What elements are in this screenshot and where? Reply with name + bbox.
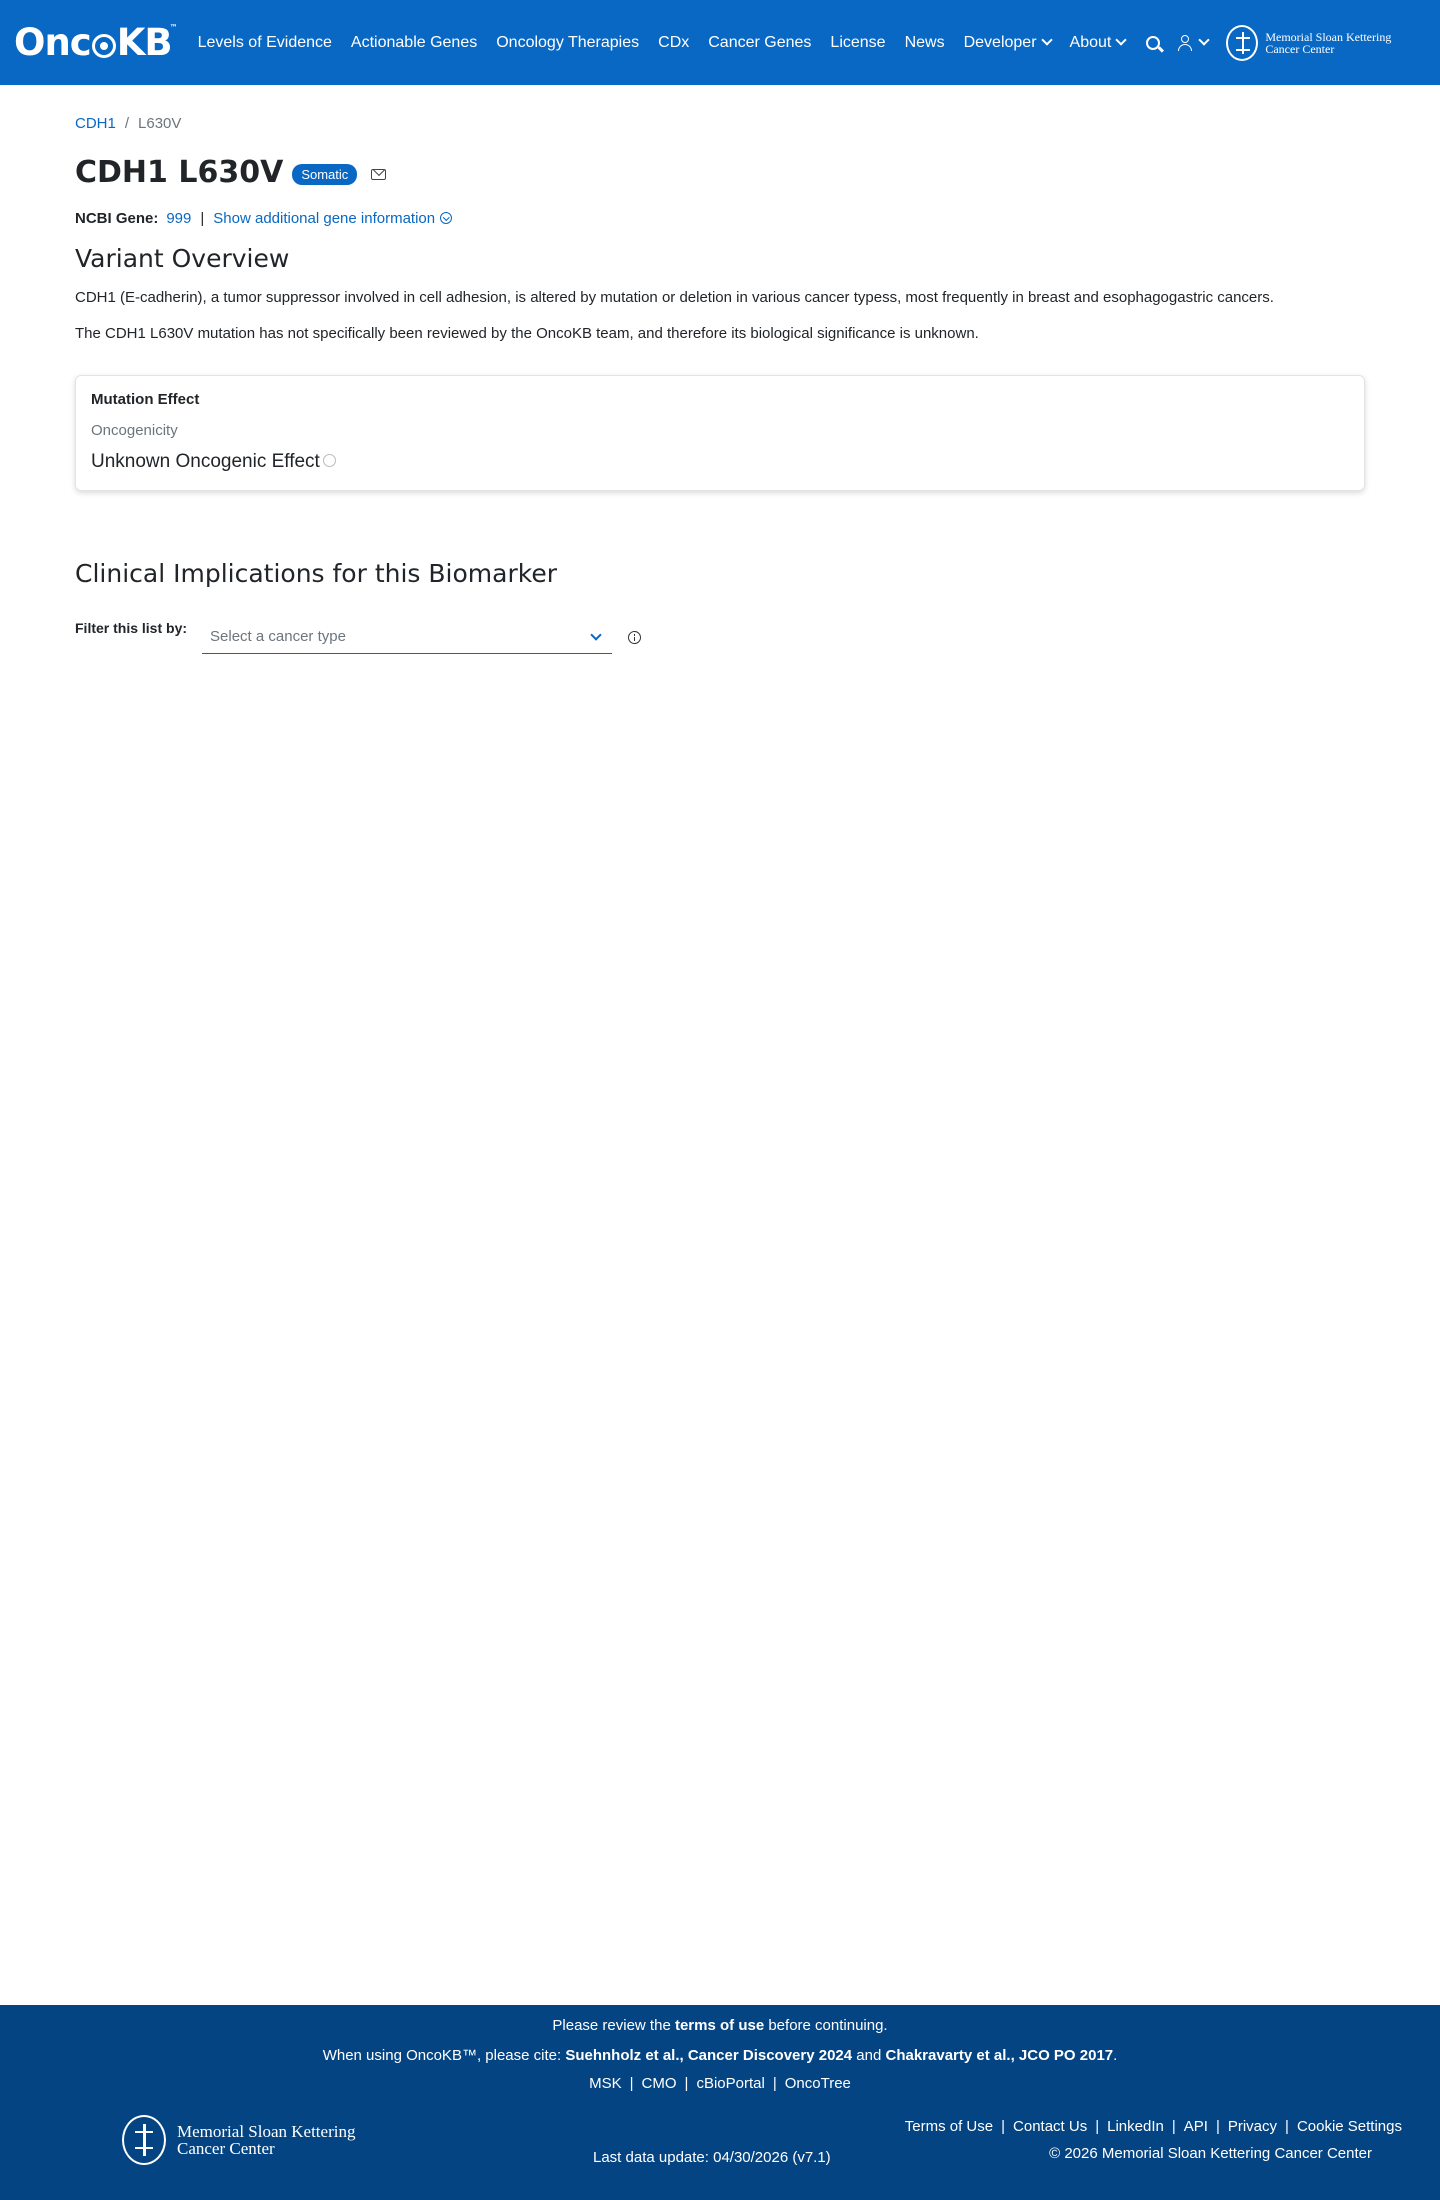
contact-link[interactable]: Contact Us xyxy=(1013,2118,1087,2135)
linkedin-link[interactable]: LinkedIn xyxy=(1107,2118,1164,2135)
chevron-down-icon xyxy=(1115,34,1128,46)
cite-link-1[interactable]: Suehnholz et al., Cancer Discovery 2024 xyxy=(565,2047,852,2064)
overview-paragraph-2: The CDH1 L630V mutation has not specific… xyxy=(75,325,979,342)
info-icon[interactable] xyxy=(628,631,642,644)
cite-end: . xyxy=(1113,2047,1118,2064)
link-separator: | xyxy=(1095,2118,1100,2135)
last-data-update: Last data update: 04/30/2026 (v7.1) xyxy=(593,2149,831,2166)
link-separator: | xyxy=(772,2075,777,2092)
oncotree-link[interactable]: OncoTree xyxy=(785,2075,851,2092)
nav-icons xyxy=(1146,34,1211,51)
nav-item-oncology-therapies[interactable]: Oncology Therapies xyxy=(496,34,639,52)
logo-onc: Onc xyxy=(14,21,92,64)
nav-item-actionable-genes[interactable]: Actionable Genes xyxy=(351,34,477,52)
footer-legal-links: Terms of Use | Contact Us | LinkedIn | A… xyxy=(905,2118,1402,2135)
mail-icon[interactable] xyxy=(371,169,387,180)
title-row: CDH1 L630V Somatic xyxy=(75,155,1365,190)
footer: Please review the terms of use before co… xyxy=(0,2005,1440,2200)
clinical-implications-heading: Clinical Implications for this Biomarker xyxy=(75,559,557,588)
mutation-effect-title: Mutation Effect xyxy=(91,391,200,408)
nav-item-about[interactable]: About xyxy=(1069,33,1128,52)
breadcrumb: CDH1 / L630V xyxy=(75,115,1365,132)
chevron-down-icon[interactable] xyxy=(1198,34,1211,46)
nav-item-news[interactable]: News xyxy=(905,34,945,52)
separator: | xyxy=(200,210,205,227)
cmo-link[interactable]: CMO xyxy=(642,2075,677,2092)
circle-chevron-down-icon xyxy=(440,212,453,224)
filter-row: Filter this list by: Select a cancer typ… xyxy=(75,620,1365,654)
msk-link[interactable]: MSK xyxy=(589,2075,622,2092)
oncokb-logo[interactable]: Onc KB ™ xyxy=(14,21,178,64)
user-icon[interactable] xyxy=(1178,34,1193,51)
copyright: © 2026 Memorial Sloan Kettering Cancer C… xyxy=(1049,2145,1372,2162)
link-separator: | xyxy=(1285,2118,1289,2135)
breadcrumb-current: L630V xyxy=(138,115,182,132)
review-pre: Please review the xyxy=(552,2017,675,2034)
somatic-badge: Somatic xyxy=(292,164,358,185)
ncbi-gene-row: NCBI Gene: 999 | Show additional gene in… xyxy=(75,210,1365,227)
msk-emblem-icon xyxy=(1226,24,1259,61)
show-gene-info-label: Show additional gene information xyxy=(213,210,436,227)
overview-paragraph-1: CDH1 (E-cadherin), a tumor suppressor in… xyxy=(75,289,1274,306)
logo-kb: KB xyxy=(116,21,173,64)
ncbi-gene-link[interactable]: 999 xyxy=(166,210,191,227)
oncogenicity-value-row: Unknown Oncogenic Effect xyxy=(91,451,1349,473)
footer-external-links: MSK | CMO | cBioPortal | OncoTree xyxy=(0,2075,1440,2092)
msk-emblem-icon xyxy=(122,2115,166,2165)
msk-logo-text: Memorial Sloan Kettering Cancer Center xyxy=(1265,31,1391,55)
cancer-type-placeholder: Select a cancer type xyxy=(210,628,346,645)
terms-link[interactable]: Terms of Use xyxy=(905,2118,993,2135)
variant-overview-heading: Variant Overview xyxy=(75,244,290,273)
ncbi-gene-label: NCBI Gene: xyxy=(75,210,159,227)
cookie-settings-link[interactable]: Cookie Settings xyxy=(1297,2118,1402,2135)
chevron-down-icon xyxy=(1040,34,1053,46)
main-content: CDH1 / L630V CDH1 L630V Somatic NCBI Gen… xyxy=(75,115,1365,654)
breadcrumb-gene-link[interactable]: CDH1 xyxy=(75,115,116,132)
oncogenicity-value: Unknown Oncogenic Effect xyxy=(91,451,320,472)
msk-logo[interactable]: Memorial Sloan Kettering Cancer Center xyxy=(1226,24,1391,61)
cite-link-2[interactable]: Chakravarty et al., JCO PO 2017 xyxy=(886,2047,1114,2064)
nav-item-levels-of-evidence[interactable]: Levels of Evidence xyxy=(198,34,332,52)
footer-msk-logo[interactable]: Memorial Sloan Kettering Cancer Center xyxy=(122,2115,355,2165)
breadcrumb-separator: / xyxy=(124,115,130,132)
terms-of-use-link[interactable]: terms of use xyxy=(675,2017,764,2034)
logo-tm: ™ xyxy=(169,23,178,32)
show-gene-info-link[interactable]: Show additional gene information xyxy=(213,210,453,227)
link-separator: | xyxy=(1001,2118,1006,2135)
cancer-type-select[interactable]: Select a cancer type xyxy=(202,620,613,654)
msk-line2: Cancer Center xyxy=(1265,41,1335,56)
oncogenicity-label: Oncogenicity xyxy=(91,422,178,439)
search-icon[interactable] xyxy=(1146,35,1161,50)
page-title: CDH1 L630V xyxy=(75,155,284,190)
cite-pre: When using OncoKB™, please cite: xyxy=(322,2047,566,2064)
citation-notice: When using OncoKB™, please cite: Suehnho… xyxy=(0,2047,1440,2064)
unknown-oncogenic-icon xyxy=(322,453,336,467)
link-separator: | xyxy=(629,2075,634,2092)
footer-msk-line2: Cancer Center xyxy=(177,2139,275,2158)
nav-item-license[interactable]: License xyxy=(830,34,885,52)
nav-item-about-label: About xyxy=(1069,33,1112,51)
privacy-link[interactable]: Privacy xyxy=(1228,2118,1277,2135)
top-navbar: Onc KB ™ Levels of Evidence Actionable Gen… xyxy=(0,0,1440,85)
footer-right: Terms of Use | Contact Us | LinkedIn | A… xyxy=(905,2118,1402,2162)
nav-menu: Levels of Evidence Actionable Genes Onco… xyxy=(198,34,1145,52)
link-separator: | xyxy=(1215,2118,1220,2135)
nav-item-developer-label: Developer xyxy=(963,33,1037,51)
nav-item-cancer-genes[interactable]: Cancer Genes xyxy=(708,34,811,52)
link-separator: | xyxy=(684,2075,689,2092)
nav-item-cdx[interactable]: CDx xyxy=(658,34,689,52)
footer-msk-logo-text: Memorial Sloan Kettering Cancer Center xyxy=(177,2123,355,2157)
target-icon xyxy=(91,33,116,58)
cite-and: and xyxy=(852,2047,886,2064)
link-separator: | xyxy=(1171,2118,1176,2135)
mutation-effect-card: Mutation Effect Oncogenicity Unknown Onc… xyxy=(75,375,1365,491)
review-post: before continuing. xyxy=(764,2017,888,2034)
terms-notice: Please review the terms of use before co… xyxy=(0,2017,1440,2034)
api-link[interactable]: API xyxy=(1184,2118,1208,2135)
chevron-down-icon xyxy=(590,628,602,641)
filter-label: Filter this list by: xyxy=(75,620,188,636)
cbioportal-link[interactable]: cBioPortal xyxy=(696,2075,764,2092)
nav-item-developer[interactable]: Developer xyxy=(963,33,1053,52)
